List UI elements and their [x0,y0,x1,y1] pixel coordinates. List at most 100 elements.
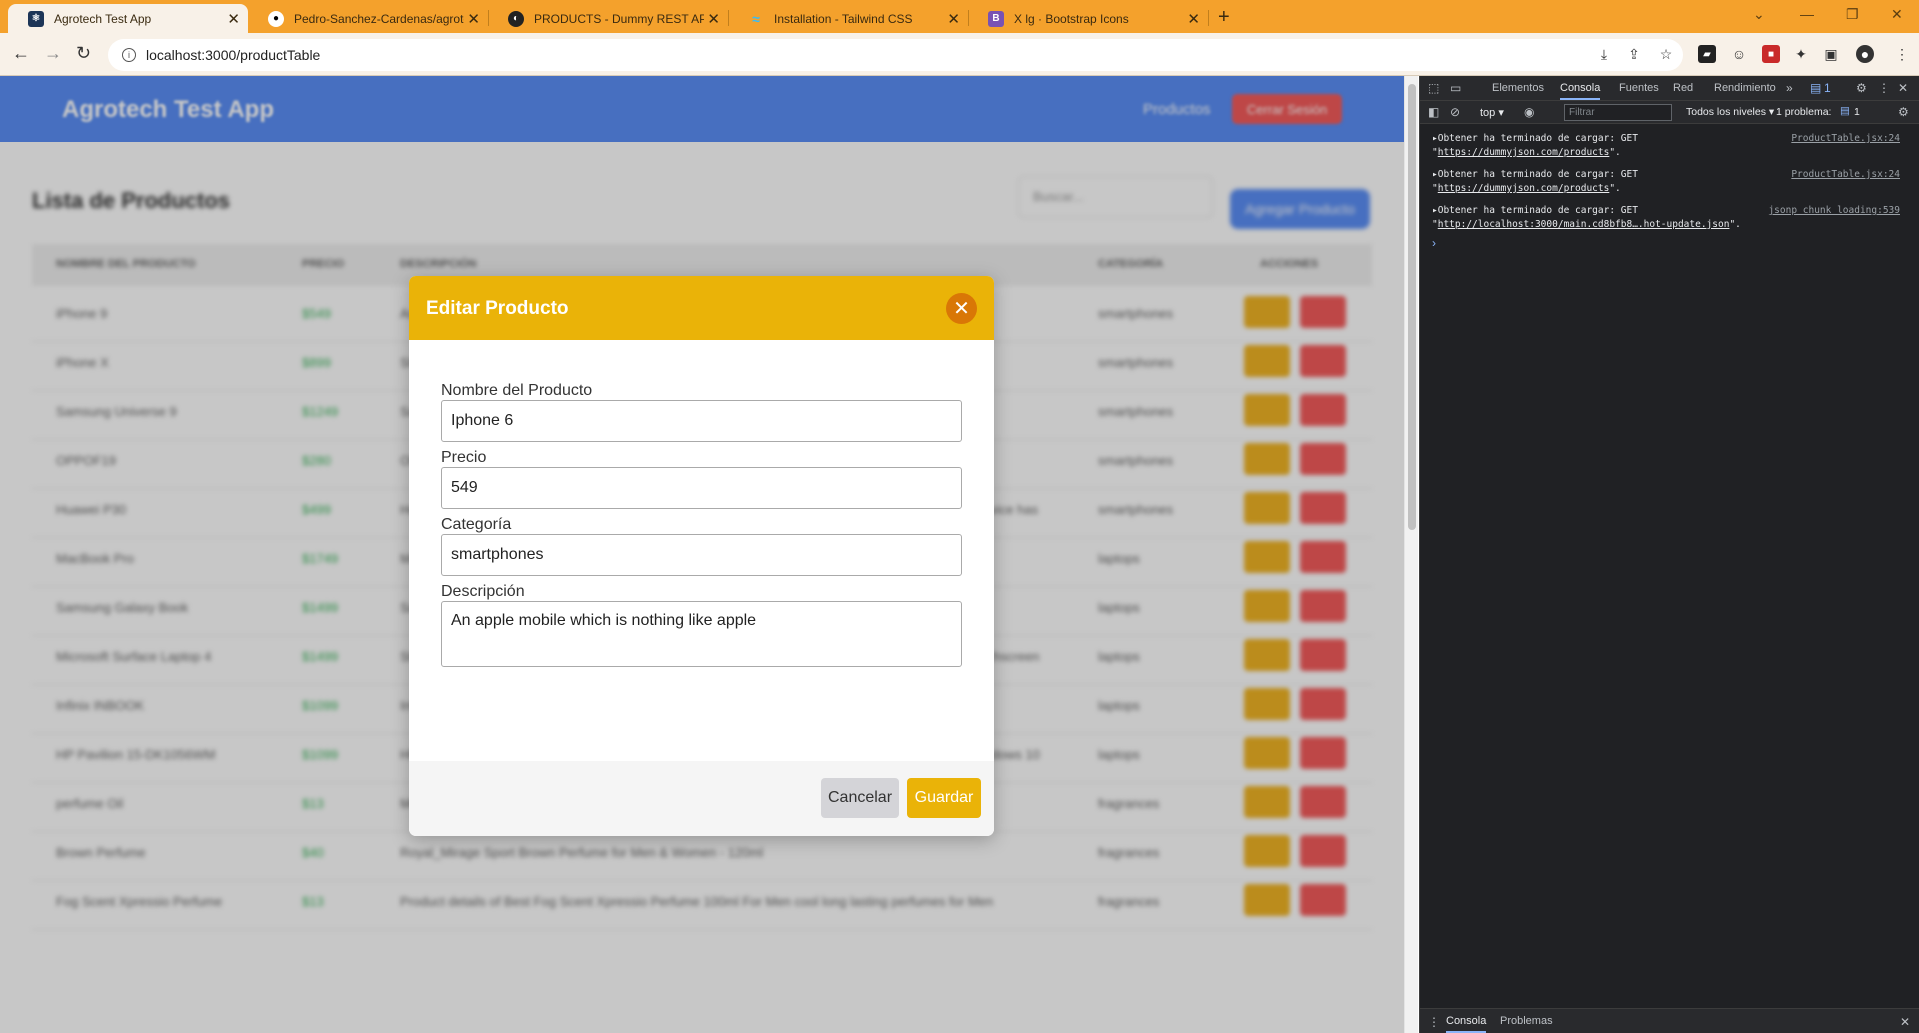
devtools-tab-sources[interactable]: Fuentes [1619,82,1659,94]
install-icon[interactable]: ⤓ [1595,45,1613,63]
browser-tab-dummyjson[interactable]: ◐ PRODUCTS - Dummy REST API of ✕ [488,4,728,33]
close-tab-icon[interactable]: ✕ [227,10,240,28]
log-levels-label: Todos los niveles [1686,106,1766,118]
close-tab-icon[interactable]: ✕ [947,10,960,28]
devtools-tab-console[interactable]: Consola [1560,82,1601,100]
console-toolbar: ◧ ⊘ top ▾ ◉ Filtrar Todos los niveles ▾ … [1420,101,1919,124]
log-source-link[interactable]: ProductTable.jsx:24 [1791,132,1900,146]
devtools-tab-network[interactable]: Red [1673,82,1693,94]
tab-title: PRODUCTS - Dummy REST API of [534,11,704,26]
issues-icon[interactable]: ▤ [1810,81,1821,95]
tab-title: Pedro-Sanchez-Cardenas/agrotech [294,11,464,26]
log-message-end: ". [1609,183,1621,194]
drawer-tab-console[interactable]: Consola [1446,1015,1487,1033]
page-scrollbar[interactable] [1404,76,1418,1033]
inspect-element-icon[interactable]: ⬚ [1428,81,1439,95]
extension-icon[interactable]: ▰ [1698,45,1716,63]
tab-title: X lg · Bootstrap Icons [1014,11,1129,26]
log-message-end: ". [1729,219,1741,230]
window-close-icon[interactable]: ✕ [1891,6,1903,23]
live-expression-eye-icon[interactable]: ◉ [1524,105,1534,119]
tab-search-icon[interactable]: ⌄ [1753,6,1765,23]
price-label: Precio [441,449,487,466]
extension-ghost-icon[interactable]: ☺ [1730,45,1748,63]
close-tab-icon[interactable]: ✕ [1187,10,1200,28]
devtools-tabbar: ⬚ ▭ Elementos Consola Fuentes Red Rendim… [1420,76,1919,101]
address-bar[interactable]: i localhost:3000/productTable [108,39,1683,71]
share-icon[interactable]: ⇪ [1625,45,1643,63]
close-tab-icon[interactable]: ✕ [707,10,720,28]
browser-tab-tailwind[interactable]: ≈ Installation - Tailwind CSS ✕ [728,4,968,33]
log-source-link[interactable]: jsonp chunk loading:539 [1768,204,1900,218]
extension-red-icon[interactable]: ■ [1762,45,1780,63]
console-log-entry[interactable]: ▸Obtener ha terminado de cargar: GET "ht… [1432,204,1912,232]
price-field[interactable] [441,467,962,509]
devtools-menu-icon[interactable]: ⋮ [1878,81,1890,95]
site-info-icon[interactable]: i [122,48,136,62]
sidebar-toggle-icon[interactable]: ◧ [1428,105,1439,119]
tailwind-icon: ≈ [752,10,760,27]
back-icon[interactable]: ← [12,43,30,64]
log-url-link[interactable]: https://dummyjson.com/products [1438,183,1610,194]
console-prompt-caret-icon[interactable]: › [1432,236,1436,250]
save-button[interactable]: Guardar [907,778,981,818]
browser-menu-icon[interactable]: ⋮ [1893,45,1911,63]
browser-tab-bootstrap[interactable]: B X lg · Bootstrap Icons ✕ [968,4,1208,33]
close-tab-icon[interactable]: ✕ [467,10,480,28]
bookmark-star-icon[interactable]: ☆ [1657,45,1675,63]
more-tabs-icon[interactable]: » [1786,81,1793,95]
forward-icon[interactable]: → [44,43,62,64]
name-label: Nombre del Producto [441,382,593,399]
console-log-entry[interactable]: ▸Obtener ha terminado de cargar: GET "ht… [1432,168,1912,196]
product-name-field[interactable] [441,400,962,442]
device-toolbar-icon[interactable]: ▭ [1450,81,1461,95]
modal-footer: Cancelar Guardar [409,761,994,836]
restore-icon[interactable]: ❐ [1846,6,1859,23]
bootstrap-icon: B [988,10,1004,27]
dummyjson-icon: ◐ [508,10,524,27]
new-tab-button[interactable]: + [1218,6,1230,29]
problems-count[interactable]: 1 [1854,106,1860,118]
log-source-link[interactable]: ProductTable.jsx:24 [1791,168,1900,182]
problems-label[interactable]: 1 problema: [1776,106,1831,118]
devtools-tab-elements[interactable]: Elementos [1492,82,1544,94]
problems-badge-icon[interactable]: ▤ [1840,105,1850,117]
log-url-link[interactable]: http://localhost:3000/main.cd8bfb8….hot-… [1438,219,1730,230]
profile-avatar[interactable]: ● [1856,45,1874,63]
reload-icon[interactable]: ↻ [76,43,91,64]
console-log-entry[interactable]: ▸Obtener ha terminado de cargar: GET "ht… [1432,132,1912,160]
devtools-panel: ⬚ ▭ Elementos Consola Fuentes Red Rendim… [1419,76,1919,1033]
devtools-tab-performance[interactable]: Rendimiento [1714,82,1776,94]
modal-header: Editar Producto ✕ [409,276,994,340]
browser-tab-strip: ⚛ Agrotech Test App ✕ ● Pedro-Sanchez-Ca… [0,0,1919,33]
console-settings-icon[interactable]: ⚙ [1898,105,1909,119]
minimize-icon[interactable]: — [1800,6,1814,22]
close-drawer-icon[interactable]: ✕ [1900,1015,1910,1029]
description-field[interactable]: An apple mobile which is nothing like ap… [441,601,962,667]
category-label: Categoría [441,516,512,533]
context-label: top [1480,107,1496,119]
close-devtools-icon[interactable]: ✕ [1898,81,1908,95]
scrollbar-thumb[interactable] [1408,84,1416,530]
settings-icon[interactable]: ⚙ [1856,81,1867,95]
issues-count: 1 [1824,81,1831,95]
clear-console-icon[interactable]: ⊘ [1450,105,1460,119]
browser-tab-github[interactable]: ● Pedro-Sanchez-Cardenas/agrotech ✕ [248,4,488,33]
github-icon: ● [268,10,284,27]
context-select[interactable]: top ▾ [1480,106,1504,119]
log-message-end: ". [1609,147,1621,158]
description-label: Descripción [441,583,525,600]
drawer-menu-icon[interactable]: ⋮ [1428,1015,1440,1029]
side-panel-icon[interactable]: ▣ [1822,45,1840,63]
drawer-tab-problems[interactable]: Problemas [1500,1015,1553,1027]
console-filter-input[interactable]: Filtrar [1564,104,1672,121]
tab-title: Agrotech Test App [54,11,152,26]
close-icon[interactable]: ✕ [946,293,977,324]
log-url-link[interactable]: https://dummyjson.com/products [1438,147,1610,158]
log-levels-select[interactable]: Todos los niveles ▾ [1686,106,1774,118]
browser-tab-agrotech[interactable]: ⚛ Agrotech Test App ✕ [8,4,248,33]
extensions-puzzle-icon[interactable]: ✦ [1792,45,1810,63]
category-field[interactable] [441,534,962,576]
edit-product-modal: Editar Producto ✕ Nombre del Producto Pr… [409,276,994,836]
cancel-button[interactable]: Cancelar [821,778,899,818]
